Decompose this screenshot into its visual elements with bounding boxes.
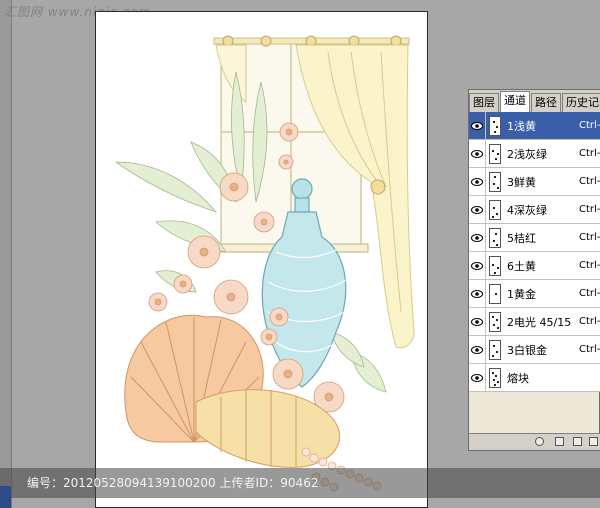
channel-name: 3鲜黄 [507,175,536,189]
channel-thumbnail [489,227,501,248]
channel-shortcut: Ctrl- [579,344,600,355]
still-life-illustration [114,35,415,492]
visibility-eye-icon[interactable] [469,280,486,307]
channel-shortcut: Ctrl- [579,204,600,215]
channel-shortcut: Ctrl- [579,316,600,327]
visibility-eye-icon[interactable] [469,140,486,167]
channel-thumbnail [489,199,501,220]
channel-row[interactable]: 1黄金 Ctrl- [469,280,600,308]
new-channel-icon[interactable] [573,437,582,446]
channel-thumbnail [489,311,501,332]
visibility-eye-icon[interactable] [469,168,486,195]
channel-name: 2浅灰绿 [507,147,547,161]
channel-name: 2电光 45/15 [507,315,572,329]
channel-thumbnail [489,255,501,276]
tab-history[interactable]: 历史记录 [562,93,600,112]
channel-name: 4深灰绿 [507,203,547,217]
taskbar-fragment [0,486,11,508]
channel-thumbnail [489,283,501,304]
delete-channel-icon[interactable] [589,437,598,446]
channel-name: 1黄金 [507,287,536,301]
channel-name: 3白银金 [507,343,547,357]
visibility-eye-icon[interactable] [469,336,486,363]
channel-shortcut: Ctrl- [579,120,600,131]
channel-row[interactable]: 1浅黄 Ctrl- [469,112,600,140]
channel-name: 1浅黄 [507,119,536,133]
channel-thumbnail [489,115,501,136]
channel-row[interactable]: 2浅灰绿 Ctrl- [469,140,600,168]
channel-shortcut: Ctrl- [579,260,600,271]
channel-row[interactable]: 6土黄 Ctrl- [469,252,600,280]
tab-paths[interactable]: 路径 [531,93,561,112]
channel-thumbnail [489,143,501,164]
visibility-eye-icon[interactable] [469,308,486,335]
channels-panel: 图层 通道 路径 历史记录 1浅黄 Ctrl- 2浅灰绿 Ctrl- 3鲜黄 C… [468,89,600,451]
visibility-eye-icon[interactable] [469,196,486,223]
channel-shortcut: Ctrl- [579,148,600,159]
channel-name: 熔块 [507,371,529,385]
channel-thumbnail [489,171,501,192]
panel-toolbar [469,433,600,450]
panel-tabs: 图层 通道 路径 历史记录 [469,90,600,113]
channel-row[interactable]: 2电光 45/15 Ctrl- [469,308,600,336]
channel-name: 6土黄 [507,259,536,273]
footer-text: 编号：20120528094139100200 上传者ID：90462 [27,476,319,490]
channel-row[interactable]: 3鲜黄 Ctrl- [469,168,600,196]
channel-shortcut: Ctrl- [579,288,600,299]
channel-row[interactable]: 3白银金 Ctrl- [469,336,600,364]
channel-shortcut: Ctrl- [579,176,600,187]
save-selection-icon[interactable] [555,437,564,446]
tools-strip [0,0,12,508]
channel-name: 5桔红 [507,231,536,245]
channel-list: 1浅黄 Ctrl- 2浅灰绿 Ctrl- 3鲜黄 Ctrl- 4深灰绿 Ctrl… [469,112,600,392]
visibility-eye-icon[interactable] [469,252,486,279]
channel-thumbnail [489,339,501,360]
visibility-eye-icon[interactable] [469,224,486,251]
channel-row[interactable]: 熔块 [469,364,600,392]
document-canvas[interactable] [95,11,428,508]
channel-row[interactable]: 4深灰绿 Ctrl- [469,196,600,224]
channel-shortcut: Ctrl- [579,232,600,243]
channel-row[interactable]: 5桔红 Ctrl- [469,224,600,252]
tab-channels[interactable]: 通道 [500,91,530,112]
tab-layers[interactable]: 图层 [469,93,499,112]
channel-thumbnail [489,367,501,388]
visibility-eye-icon[interactable] [469,112,486,139]
load-selection-icon[interactable] [535,437,544,446]
visibility-eye-icon[interactable] [469,364,486,391]
